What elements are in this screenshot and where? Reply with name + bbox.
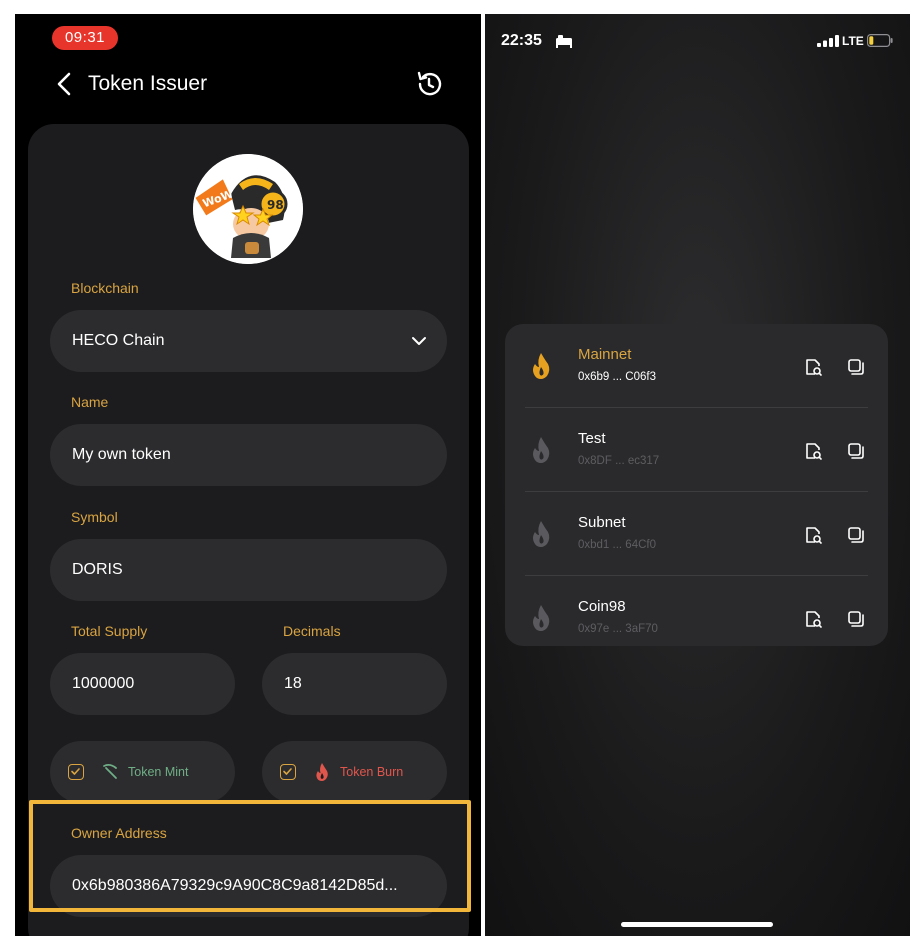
chevron-down-icon [412,337,426,345]
token-mint-toggle[interactable]: Token Mint [50,741,235,803]
copy-icon[interactable] [846,525,866,545]
flame-icon [533,521,550,547]
token-avatar[interactable]: 98 WoW [193,154,303,264]
pickaxe-icon [103,763,117,779]
status-time-pill: 09:31 [52,26,118,50]
network-address: 0xbd1 ... 64Cf0 [578,539,656,551]
token-burn-label: Token Burn [340,765,404,779]
home-indicator[interactable] [621,922,773,927]
flame-icon [316,763,328,781]
network-item-subnet[interactable]: Subnet 0xbd1 ... 64Cf0 [505,492,888,576]
owner-address-label: Owner Address [71,825,167,841]
symbol-label: Symbol [71,509,118,525]
blockchain-value: HECO Chain [72,332,165,349]
page-title: Token Issuer [88,72,208,95]
token-burn-toggle[interactable]: Token Burn [262,741,447,803]
total-supply-label: Total Supply [71,623,148,639]
blockchain-select[interactable]: HECO Chain [50,310,447,372]
network-item-test[interactable]: Test 0x8DF ... ec317 [505,408,888,492]
burn-checkbox[interactable] [280,764,296,780]
document-search-icon[interactable] [803,357,823,377]
network-name: Subnet [578,514,626,531]
document-search-icon[interactable] [803,609,823,629]
owner-address-field[interactable]: 0x6b980386A79329c9A90C8C9a8142D85d... [50,855,447,917]
battery-icon [867,34,893,47]
mint-checkbox[interactable] [68,764,84,780]
network-list-screen: 22:35 LTE Mainnet 0x6b9 ... C06f3 Test 0… [485,14,910,936]
document-search-icon[interactable] [803,441,823,461]
network-item-coin98[interactable]: Coin98 0x97e ... 3aF70 [505,576,888,646]
decimals-label: Decimals [283,623,341,639]
network-type: LTE [842,34,864,48]
token-form-card: 98 WoW Blockchain HECO Chain Name My own… [28,124,469,936]
token-issuer-screen: 09:31 Token Issuer 98 WoW Blockchain HEC… [15,14,481,936]
bed-icon [556,35,572,48]
network-item-mainnet[interactable]: Mainnet 0x6b9 ... C06f3 [505,324,888,408]
signal-icon [817,35,839,47]
network-name: Mainnet [578,346,632,363]
name-label: Name [71,394,109,410]
total-supply-field[interactable]: 1000000 [50,653,235,715]
network-name: Test [578,430,606,447]
document-search-icon[interactable] [803,525,823,545]
token-mint-label: Token Mint [128,765,189,779]
copy-icon[interactable] [846,357,866,377]
blockchain-label: Blockchain [71,280,139,296]
flame-icon [533,437,550,463]
status-time: 22:35 [501,32,542,49]
copy-icon[interactable] [846,441,866,461]
symbol-field[interactable]: DORIS [50,539,447,601]
network-list-card: Mainnet 0x6b9 ... C06f3 Test 0x8DF ... e… [505,324,888,646]
check-icon [71,768,80,775]
history-icon[interactable] [413,68,445,100]
network-address: 0x8DF ... ec317 [578,455,660,467]
chevron-left-icon[interactable] [55,71,73,97]
check-icon [283,768,292,775]
decimals-field[interactable]: 18 [262,653,447,715]
flame-icon [533,353,550,379]
name-field[interactable]: My own token [50,424,447,486]
svg-text:98: 98 [267,198,284,212]
network-address: 0x6b9 ... C06f3 [578,371,656,383]
copy-icon[interactable] [846,609,866,629]
flame-icon [533,605,550,631]
token-logo-image: 98 WoW [193,154,303,264]
network-address: 0x97e ... 3aF70 [578,623,658,635]
network-name: Coin98 [578,598,626,615]
